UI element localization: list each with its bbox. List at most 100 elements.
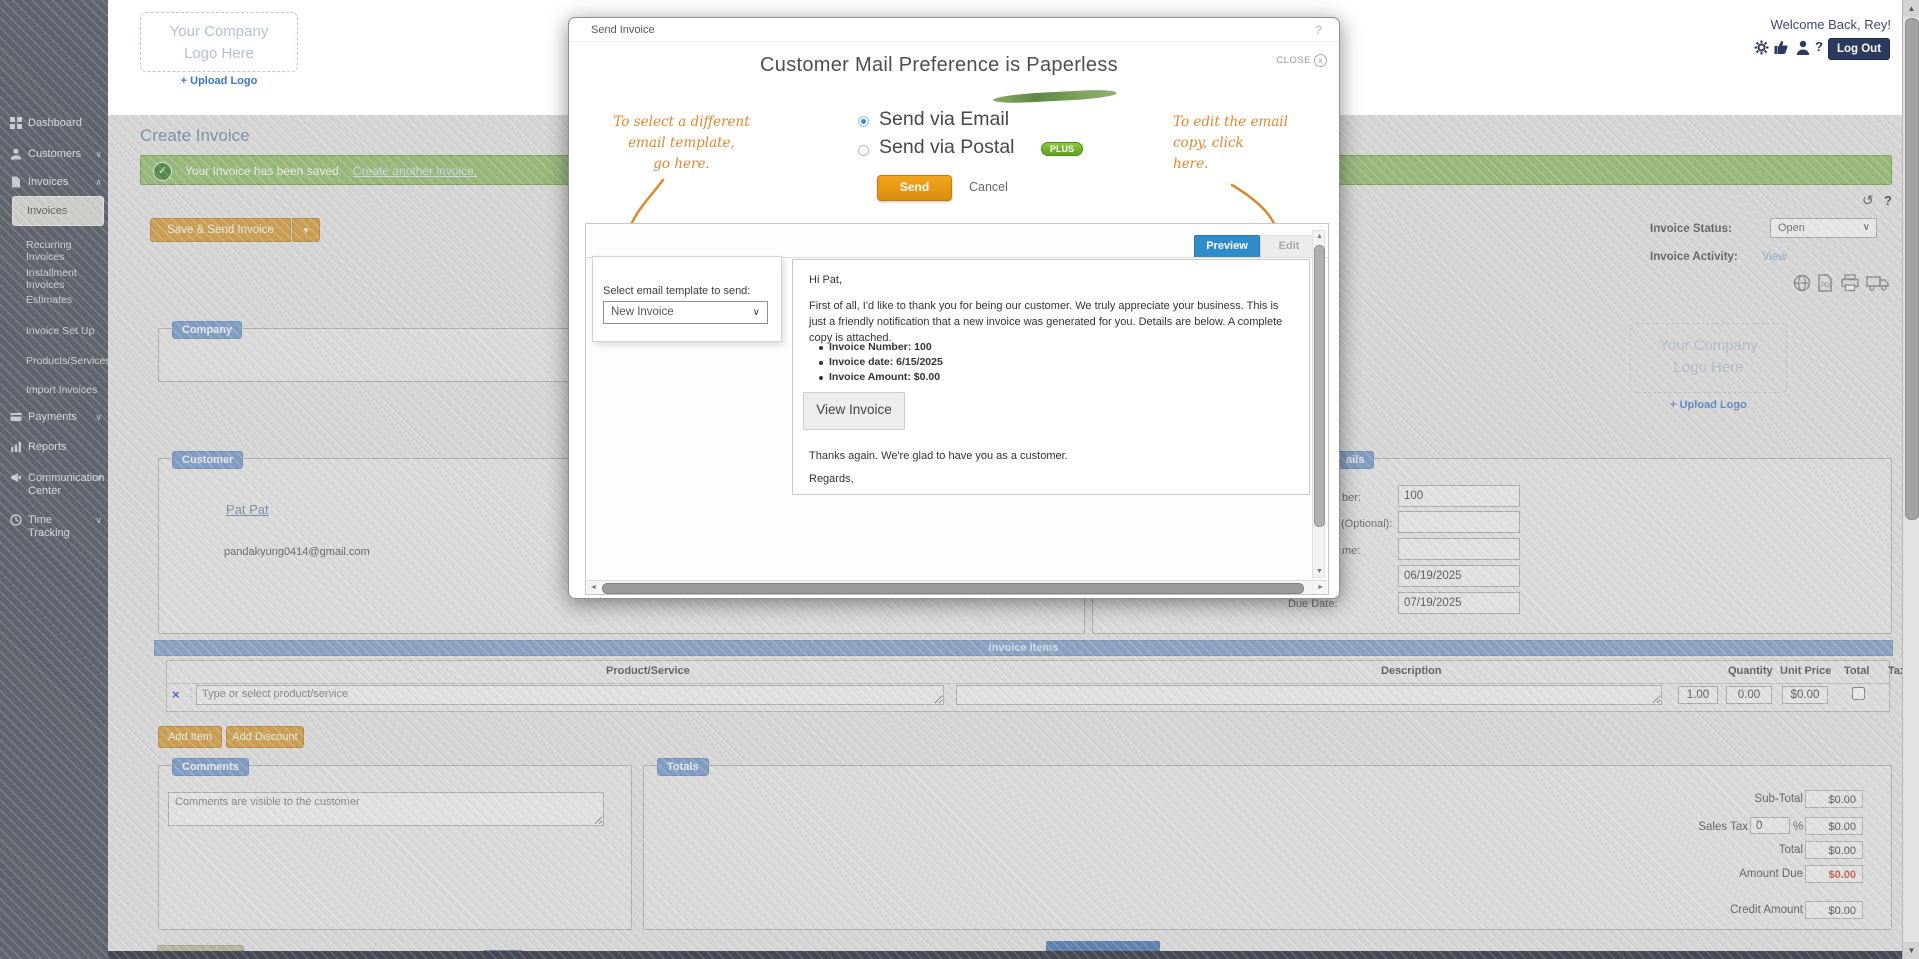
sidebar-item-dashboard[interactable]: Dashboard — [10, 117, 102, 130]
sidebar-label-payments: Payments — [28, 411, 77, 424]
comments-textarea[interactable] — [168, 792, 604, 826]
template-selector-box: Select email template to send: New Invoi… — [592, 256, 782, 342]
sidebar-item-payments[interactable]: Payments ∨ — [10, 411, 102, 424]
quantity-input[interactable] — [1678, 686, 1718, 704]
globe-icon[interactable] — [1792, 274, 1812, 297]
scroll-up-button[interactable]: ▲ — [1903, 0, 1919, 17]
save-send-invoice-button[interactable]: Save & Send Invoice — [150, 218, 291, 242]
user-icon[interactable] — [1796, 40, 1810, 60]
annotation-right-line3: here. — [1173, 154, 1303, 175]
sidebar-item-time-tracking[interactable]: Time Tracking ∨ — [10, 514, 102, 540]
scroll-up-arrow-icon[interactable]: ▲ — [1316, 233, 1323, 240]
description-textarea[interactable] — [956, 685, 1662, 705]
amount-due-value: $0.00 — [1805, 865, 1863, 883]
pdf-file-icon[interactable]: PDF — [1816, 274, 1834, 297]
col-unit-price: Unit Price — [1780, 665, 1831, 677]
clock-icon — [10, 514, 22, 526]
credit-amount-label: Credit Amount — [1653, 904, 1803, 916]
chevron-down-icon: ∨ — [95, 411, 102, 424]
sidebar-subitem-invoice-set-up[interactable]: Invoice Set Up — [26, 325, 104, 337]
tab-preview[interactable]: Preview — [1194, 235, 1260, 258]
email-template-select[interactable]: New Invoice ∨ — [603, 301, 768, 324]
truck-icon[interactable] — [1866, 274, 1890, 297]
sidebar-subitem-installment-invoices[interactable]: Installment Invoices — [26, 267, 104, 291]
remove-row-icon[interactable]: × — [172, 687, 180, 702]
logout-button[interactable]: Log Out — [1828, 38, 1890, 60]
save-send-dropdown-button[interactable]: ▼ — [292, 218, 320, 242]
sidebar-subitem-recurring-invoices[interactable]: Recurring Invoices — [26, 239, 104, 263]
sales-rep-name-input[interactable] — [1398, 538, 1520, 560]
chevron-down-icon: ∨ — [95, 514, 102, 527]
company-logo-placeholder[interactable]: Your Company Logo Here — [140, 12, 298, 72]
invoice-date-input[interactable] — [1398, 565, 1520, 587]
gear-icon[interactable] — [1754, 40, 1769, 60]
help-question-icon[interactable]: ? — [1815, 39, 1823, 54]
po-optional-label-fragment: (Optional): — [1341, 518, 1392, 530]
sidebar-item-communication-center[interactable]: Communication Center ∨ — [10, 472, 102, 498]
annotation-left-line1: To select a different — [609, 112, 754, 133]
scroll-down-button[interactable]: ▼ — [1903, 942, 1919, 959]
totals-section-label: Totals — [657, 758, 709, 776]
modal-title: Send Invoice — [591, 24, 655, 36]
send-via-email-radio[interactable] — [858, 116, 869, 127]
row-total-input[interactable] — [1782, 686, 1828, 704]
modal-help-icon[interactable]: ? — [1315, 23, 1322, 37]
amount-due-label: Amount Due — [1653, 868, 1803, 880]
sales-tax-rate-input[interactable] — [1750, 817, 1790, 834]
panel-vertical-scrollbar[interactable]: ▲ ▼ — [1312, 230, 1325, 578]
sidebar-subitem-invoices-selected[interactable]: Invoices — [12, 196, 104, 226]
sidebar-item-invoices[interactable]: Invoices ∧ — [10, 176, 102, 189]
dashboard-grid-icon — [10, 117, 22, 129]
sidebar-item-customers[interactable]: Customers ∨ — [10, 148, 102, 161]
invoice-number-input[interactable] — [1398, 485, 1520, 507]
modal-send-invoice-button[interactable]: Send Invoice — [877, 175, 952, 201]
invoice-activity-view-link[interactable]: View — [1762, 251, 1787, 263]
scroll-right-arrow-icon[interactable]: ► — [1317, 584, 1324, 591]
po-number-input[interactable] — [1398, 511, 1520, 533]
page-scrollbar-thumb[interactable] — [1905, 18, 1919, 520]
scroll-left-arrow-icon[interactable]: ◄ — [590, 584, 597, 591]
sales-tax-label: Sales Tax — [1640, 821, 1748, 833]
send-via-postal-radio[interactable] — [858, 145, 869, 156]
check-circle-icon: ✓ — [153, 162, 172, 181]
scroll-down-arrow-icon[interactable]: ▼ — [1316, 568, 1323, 575]
help-icon[interactable]: ? — [1884, 193, 1892, 208]
items-header-row: Product/Service Description Quantity Uni… — [166, 660, 1890, 684]
send-via-postal-label: Send via Postal — [879, 136, 1015, 159]
header-upload-logo-link[interactable]: + Upload Logo — [140, 75, 298, 87]
sidebar-label-customers: Customers — [28, 148, 81, 161]
col-product-service: Product/Service — [606, 665, 690, 677]
customer-name-link[interactable]: Pat Pat — [226, 502, 269, 517]
printer-icon[interactable] — [1840, 274, 1860, 297]
add-discount-button[interactable]: Add Discount — [226, 726, 304, 748]
sidebar-subitem-products-services[interactable]: Products/Services — [26, 355, 104, 367]
sidebar-subitem-import-invoices[interactable]: Import Invoices — [26, 384, 104, 396]
thumbs-up-icon[interactable] — [1774, 40, 1789, 60]
sidebar-subitem-estimates[interactable]: Estimates — [26, 294, 104, 306]
history-icon[interactable]: ↺ — [1862, 192, 1874, 209]
upload-logo-link[interactable]: + Upload Logo — [1630, 399, 1787, 411]
sidebar: Dashboard Customers ∨ Invoices ∧ Invoice… — [0, 0, 108, 959]
page-scrollbar[interactable]: ▲ ▼ — [1902, 0, 1919, 959]
modal-cancel-link[interactable]: Cancel — [969, 180, 1008, 194]
bar-chart-icon — [10, 441, 22, 453]
taxable-checkbox[interactable] — [1852, 687, 1865, 700]
unit-price-input[interactable] — [1726, 686, 1772, 704]
product-service-textarea[interactable] — [196, 685, 944, 705]
add-item-button[interactable]: Add Item — [158, 726, 222, 748]
invoice-status-select[interactable]: Open ∨ — [1770, 218, 1877, 238]
panel-hscroll-thumb[interactable] — [602, 583, 1304, 594]
due-date-input[interactable] — [1398, 592, 1520, 614]
email-bullet-invoice-number: Invoice Number: 100 — [829, 341, 932, 353]
page-title: Create Invoice — [140, 126, 250, 146]
create-another-invoice-link[interactable]: Create another invoice. — [353, 164, 477, 178]
tab-edit[interactable]: Edit — [1260, 235, 1318, 258]
sidebar-item-reports[interactable]: Reports — [10, 441, 102, 454]
email-greeting: Hi Pat, — [809, 274, 842, 286]
panel-vscroll-thumb[interactable] — [1314, 245, 1325, 527]
panel-horizontal-scrollbar[interactable]: ◄ ► — [587, 580, 1327, 594]
view-invoice-button[interactable]: View Invoice — [803, 392, 905, 430]
sales-rep-name-label-fragment: me: — [1342, 545, 1360, 557]
customer-email: pandakyung0414@gmail.com — [224, 546, 370, 558]
welcome-message: Welcome Back, Rey! — [1578, 17, 1891, 32]
